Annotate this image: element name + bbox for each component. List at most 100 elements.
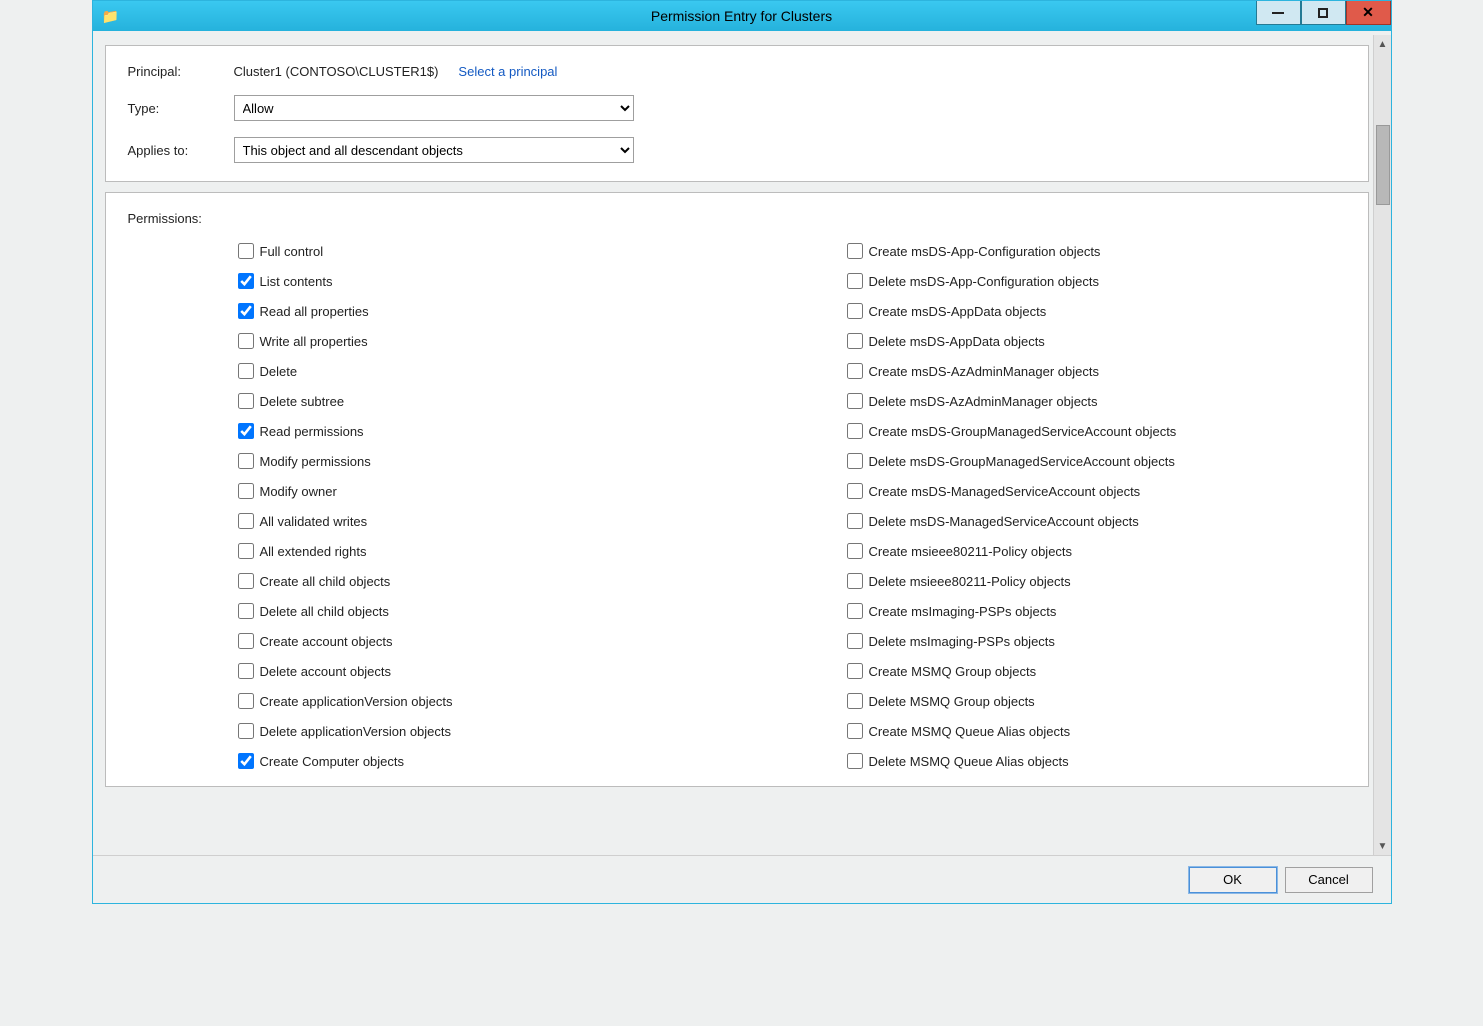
permission-label: Delete msImaging-PSPs objects bbox=[869, 634, 1055, 649]
permission-label: Delete MSMQ Queue Alias objects bbox=[869, 754, 1069, 769]
permission-label: Create msDS-AppData objects bbox=[869, 304, 1047, 319]
permission-checkbox[interactable] bbox=[847, 573, 863, 589]
scroll-thumb[interactable] bbox=[1376, 125, 1390, 205]
permission-label: Delete account objects bbox=[260, 664, 392, 679]
permissions-panel: Permissions: Full controlList contentsRe… bbox=[105, 192, 1369, 787]
permission-item: Delete applicationVersion objects bbox=[238, 716, 737, 746]
permission-item: Modify owner bbox=[238, 476, 737, 506]
permission-checkbox[interactable] bbox=[847, 333, 863, 349]
permission-checkbox[interactable] bbox=[238, 693, 254, 709]
permission-checkbox[interactable] bbox=[847, 753, 863, 769]
permission-checkbox[interactable] bbox=[238, 753, 254, 769]
permission-label: Create Computer objects bbox=[260, 754, 405, 769]
permission-label: Delete msDS-ManagedServiceAccount object… bbox=[869, 514, 1139, 529]
applies-to-select[interactable]: This object and all descendant objects bbox=[234, 137, 634, 163]
permission-checkbox[interactable] bbox=[847, 243, 863, 259]
permission-checkbox[interactable] bbox=[847, 273, 863, 289]
cancel-button[interactable]: Cancel bbox=[1285, 867, 1373, 893]
permission-item: All validated writes bbox=[238, 506, 737, 536]
permission-item: Create applicationVersion objects bbox=[238, 686, 737, 716]
permission-item: Create msDS-AppData objects bbox=[847, 296, 1346, 326]
permission-checkbox[interactable] bbox=[238, 273, 254, 289]
permission-label: Delete msDS-GroupManagedServiceAccount o… bbox=[869, 454, 1175, 469]
permission-checkbox[interactable] bbox=[847, 423, 863, 439]
permission-item: Delete subtree bbox=[238, 386, 737, 416]
permission-item: Delete msImaging-PSPs objects bbox=[847, 626, 1346, 656]
permission-item: Full control bbox=[238, 236, 737, 266]
vertical-scrollbar[interactable]: ▲ ▼ bbox=[1373, 35, 1391, 855]
permission-item: Read all properties bbox=[238, 296, 737, 326]
select-principal-link[interactable]: Select a principal bbox=[458, 64, 557, 79]
permission-checkbox[interactable] bbox=[847, 513, 863, 529]
permission-item: Create msieee80211-Policy objects bbox=[847, 536, 1346, 566]
dialog-window: 📁 Permission Entry for Clusters ✕ Princi… bbox=[92, 0, 1392, 904]
permission-checkbox[interactable] bbox=[847, 483, 863, 499]
permission-label: Create msDS-GroupManagedServiceAccount o… bbox=[869, 424, 1177, 439]
permission-item: Delete MSMQ Group objects bbox=[847, 686, 1346, 716]
permission-item: Write all properties bbox=[238, 326, 737, 356]
permission-checkbox[interactable] bbox=[238, 363, 254, 379]
permission-label: Create msieee80211-Policy objects bbox=[869, 544, 1073, 559]
permission-checkbox[interactable] bbox=[238, 663, 254, 679]
permission-item: Create msDS-App-Configuration objects bbox=[847, 236, 1346, 266]
content-area: Principal: Cluster1 (CONTOSO\CLUSTER1$) … bbox=[93, 31, 1391, 855]
permission-checkbox[interactable] bbox=[238, 483, 254, 499]
permission-label: Write all properties bbox=[260, 334, 368, 349]
ok-button[interactable]: OK bbox=[1189, 867, 1277, 893]
permission-checkbox[interactable] bbox=[238, 333, 254, 349]
permission-label: Delete applicationVersion objects bbox=[260, 724, 452, 739]
permission-checkbox[interactable] bbox=[847, 603, 863, 619]
permission-checkbox[interactable] bbox=[847, 723, 863, 739]
permission-checkbox[interactable] bbox=[847, 663, 863, 679]
dialog-footer: OK Cancel bbox=[93, 855, 1391, 903]
titlebar[interactable]: 📁 Permission Entry for Clusters ✕ bbox=[93, 1, 1391, 31]
permission-checkbox[interactable] bbox=[238, 303, 254, 319]
permission-label: Delete MSMQ Group objects bbox=[869, 694, 1035, 709]
app-icon: 📁 bbox=[99, 4, 123, 28]
permission-item: Delete all child objects bbox=[238, 596, 737, 626]
permission-label: Create all child objects bbox=[260, 574, 391, 589]
scroll-up-arrow-icon[interactable]: ▲ bbox=[1374, 35, 1392, 53]
type-select[interactable]: Allow bbox=[234, 95, 634, 121]
permission-checkbox[interactable] bbox=[847, 303, 863, 319]
permission-item: Create all child objects bbox=[238, 566, 737, 596]
permission-item: Create msDS-GroupManagedServiceAccount o… bbox=[847, 416, 1346, 446]
permission-checkbox[interactable] bbox=[238, 633, 254, 649]
permission-checkbox[interactable] bbox=[847, 693, 863, 709]
permission-label: Delete msieee80211-Policy objects bbox=[869, 574, 1071, 589]
maximize-button[interactable] bbox=[1301, 1, 1346, 25]
permission-checkbox[interactable] bbox=[847, 363, 863, 379]
scroll-down-arrow-icon[interactable]: ▼ bbox=[1374, 837, 1392, 855]
permission-checkbox[interactable] bbox=[238, 723, 254, 739]
permission-label: Create msDS-ManagedServiceAccount object… bbox=[869, 484, 1141, 499]
permission-label: Delete msDS-AzAdminManager objects bbox=[869, 394, 1098, 409]
permissions-title: Permissions: bbox=[128, 211, 1346, 226]
permission-checkbox[interactable] bbox=[238, 243, 254, 259]
permission-checkbox[interactable] bbox=[238, 513, 254, 529]
permission-checkbox[interactable] bbox=[238, 573, 254, 589]
permission-checkbox[interactable] bbox=[847, 453, 863, 469]
permission-item: Delete account objects bbox=[238, 656, 737, 686]
permission-checkbox[interactable] bbox=[847, 393, 863, 409]
permission-label: Read all properties bbox=[260, 304, 369, 319]
permissions-column-left: Full controlList contentsRead all proper… bbox=[128, 236, 737, 776]
permission-item: Delete msDS-ManagedServiceAccount object… bbox=[847, 506, 1346, 536]
permission-label: All validated writes bbox=[260, 514, 368, 529]
permission-item: Delete msDS-GroupManagedServiceAccount o… bbox=[847, 446, 1346, 476]
type-label: Type: bbox=[128, 101, 234, 116]
permission-label: Delete msDS-AppData objects bbox=[869, 334, 1045, 349]
permission-checkbox[interactable] bbox=[847, 543, 863, 559]
close-button[interactable]: ✕ bbox=[1346, 1, 1391, 25]
principal-panel: Principal: Cluster1 (CONTOSO\CLUSTER1$) … bbox=[105, 45, 1369, 182]
window-title: Permission Entry for Clusters bbox=[651, 8, 832, 24]
permission-checkbox[interactable] bbox=[238, 543, 254, 559]
permission-checkbox[interactable] bbox=[238, 453, 254, 469]
permission-checkbox[interactable] bbox=[238, 603, 254, 619]
minimize-button[interactable] bbox=[1256, 1, 1301, 25]
permission-checkbox[interactable] bbox=[847, 633, 863, 649]
permission-label: Modify permissions bbox=[260, 454, 371, 469]
permission-checkbox[interactable] bbox=[238, 423, 254, 439]
permission-label: Delete msDS-App-Configuration objects bbox=[869, 274, 1100, 289]
permission-checkbox[interactable] bbox=[238, 393, 254, 409]
permission-item: Create account objects bbox=[238, 626, 737, 656]
